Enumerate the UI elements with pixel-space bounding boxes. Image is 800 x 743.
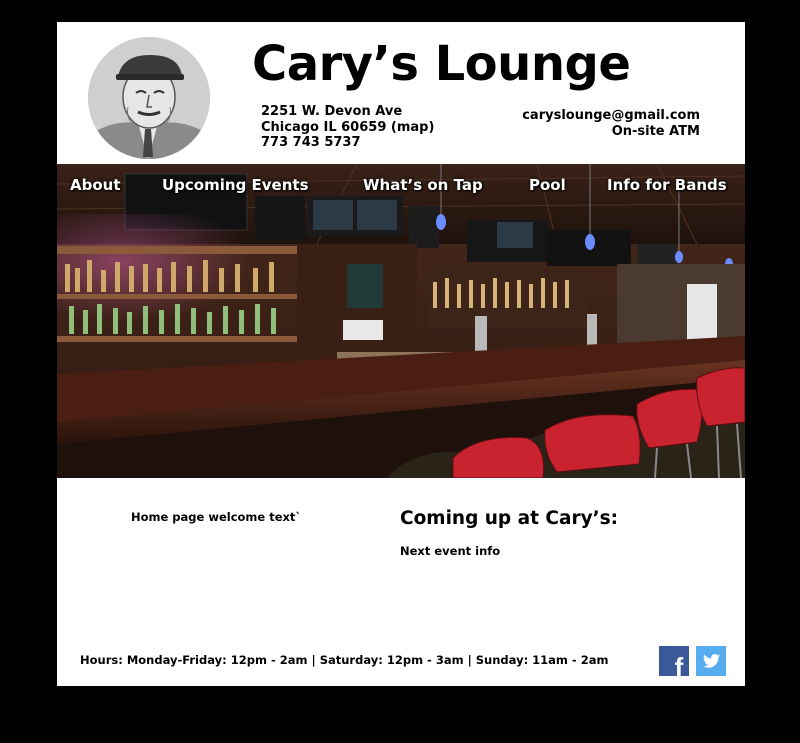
logo-portrait[interactable] — [88, 37, 210, 159]
phone-number[interactable]: 773 743 5737 — [261, 135, 434, 151]
nav-info-for-bands[interactable]: Info for Bands — [607, 176, 727, 194]
atm-note: On-site ATM — [611, 123, 700, 139]
address-block: 2251 W. Devon Ave Chicago IL 60659 (map)… — [261, 104, 434, 151]
next-event-info: Next event info — [400, 544, 501, 558]
email-link[interactable]: caryslounge@gmail.com — [522, 108, 700, 124]
contact-block: caryslounge@gmail.com On-site ATM — [522, 108, 700, 139]
city-line: Chicago IL 60659 (map) — [261, 120, 434, 136]
nav-pool[interactable]: Pool — [529, 176, 566, 194]
twitter-icon — [696, 646, 726, 676]
facebook-icon: f — [659, 646, 689, 682]
hours-text: Hours: Monday-Friday: 12pm - 2am | Satur… — [80, 653, 609, 667]
city-state-zip: Chicago IL 60659 — [261, 119, 391, 135]
nav-about[interactable]: About — [70, 176, 121, 194]
street-address: 2251 W. Devon Ave — [261, 104, 403, 119]
page: Cary’s Lounge 2251 W. Devon Ave Chicago … — [57, 22, 745, 686]
main-nav: About Upcoming Events What’s on Tap Pool… — [57, 176, 745, 198]
facebook-link[interactable]: f — [659, 646, 689, 682]
coming-up-heading: Coming up at Cary’s: — [400, 508, 619, 529]
map-link[interactable]: (map) — [391, 120, 435, 135]
portrait-icon — [88, 37, 210, 159]
twitter-link[interactable] — [696, 646, 726, 676]
site-title: Cary’s Lounge — [252, 36, 631, 92]
bar-interior-image — [57, 164, 745, 478]
facebook-icon-letter: f — [675, 652, 684, 676]
hero-bar-photo: About Upcoming Events What’s on Tap Pool… — [57, 164, 745, 478]
nav-upcoming-events[interactable]: Upcoming Events — [162, 176, 309, 194]
welcome-text: Home page welcome text` — [131, 510, 302, 524]
nav-whats-on-tap[interactable]: What’s on Tap — [363, 176, 483, 194]
